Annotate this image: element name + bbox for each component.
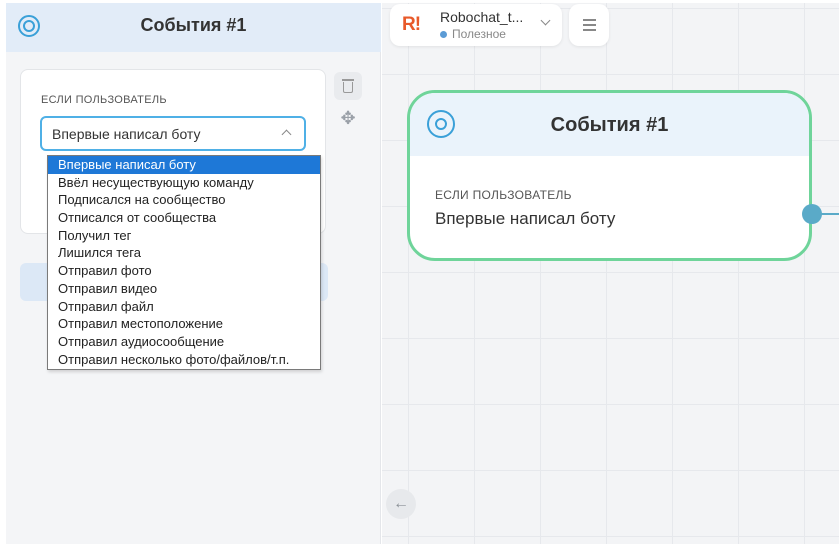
dropdown-option[interactable]: Отправил файл bbox=[48, 298, 320, 316]
flow-node-events[interactable]: События #1 ЕСЛИ ПОЛЬЗОВАТЕЛЬ Впервые нап… bbox=[407, 90, 812, 261]
bot-selector[interactable]: R! Robochat_t... Полезное bbox=[390, 4, 562, 46]
dropdown-option[interactable]: Лишился тега bbox=[48, 244, 320, 262]
status-dot-icon bbox=[440, 31, 447, 38]
dropdown-option[interactable]: Отправил фото bbox=[48, 262, 320, 280]
dropdown-option[interactable]: Получил тег bbox=[48, 227, 320, 245]
bot-status: Полезное bbox=[440, 27, 506, 41]
arrow-left-icon[interactable]: ← bbox=[386, 489, 416, 519]
condition-select[interactable]: Впервые написал боту bbox=[40, 116, 306, 151]
flow-canvas[interactable] bbox=[382, 3, 839, 544]
panel-title: События #1 bbox=[140, 15, 247, 35]
dropdown-option[interactable]: Ввёл несуществующую команду bbox=[48, 174, 320, 192]
trash-icon[interactable] bbox=[334, 72, 362, 100]
panel-header: События #1 bbox=[6, 3, 381, 52]
node-condition-value: Впервые написал боту bbox=[435, 209, 616, 228]
node-output-port[interactable] bbox=[802, 204, 822, 224]
logo-icon: R! bbox=[402, 14, 421, 35]
bot-status-label: Полезное bbox=[452, 27, 506, 41]
condition-label: ЕСЛИ ПОЛЬЗОВАТЕЛЬ bbox=[41, 94, 167, 106]
condition-select-value: Впервые написал боту bbox=[52, 126, 201, 142]
dropdown-option[interactable]: Отправил видео bbox=[48, 280, 320, 298]
dropdown-option[interactable]: Отправил местоположение bbox=[48, 315, 320, 333]
chevron-up-icon bbox=[281, 129, 292, 140]
dropdown-option[interactable]: Подписался на сообщество bbox=[48, 191, 320, 209]
dropdown-option[interactable]: Впервые написал боту bbox=[48, 156, 320, 174]
bot-name: Robochat_t... bbox=[440, 9, 524, 25]
node-header: События #1 bbox=[410, 93, 809, 156]
move-icon[interactable]: ✥ bbox=[334, 104, 362, 132]
hamburger-icon[interactable] bbox=[569, 4, 609, 46]
node-condition-label: ЕСЛИ ПОЛЬЗОВАТЕЛЬ bbox=[435, 188, 572, 202]
condition-dropdown[interactable]: Впервые написал боту Ввёл несуществующую… bbox=[47, 155, 321, 370]
dropdown-option[interactable]: Отписался от сообщества bbox=[48, 209, 320, 227]
node-title: События #1 bbox=[550, 114, 669, 136]
connector-line bbox=[820, 213, 839, 215]
dropdown-option[interactable]: Отправил аудиосообщение bbox=[48, 333, 320, 351]
dropdown-option[interactable]: Отправил несколько фото/файлов/т.п. bbox=[48, 351, 320, 369]
